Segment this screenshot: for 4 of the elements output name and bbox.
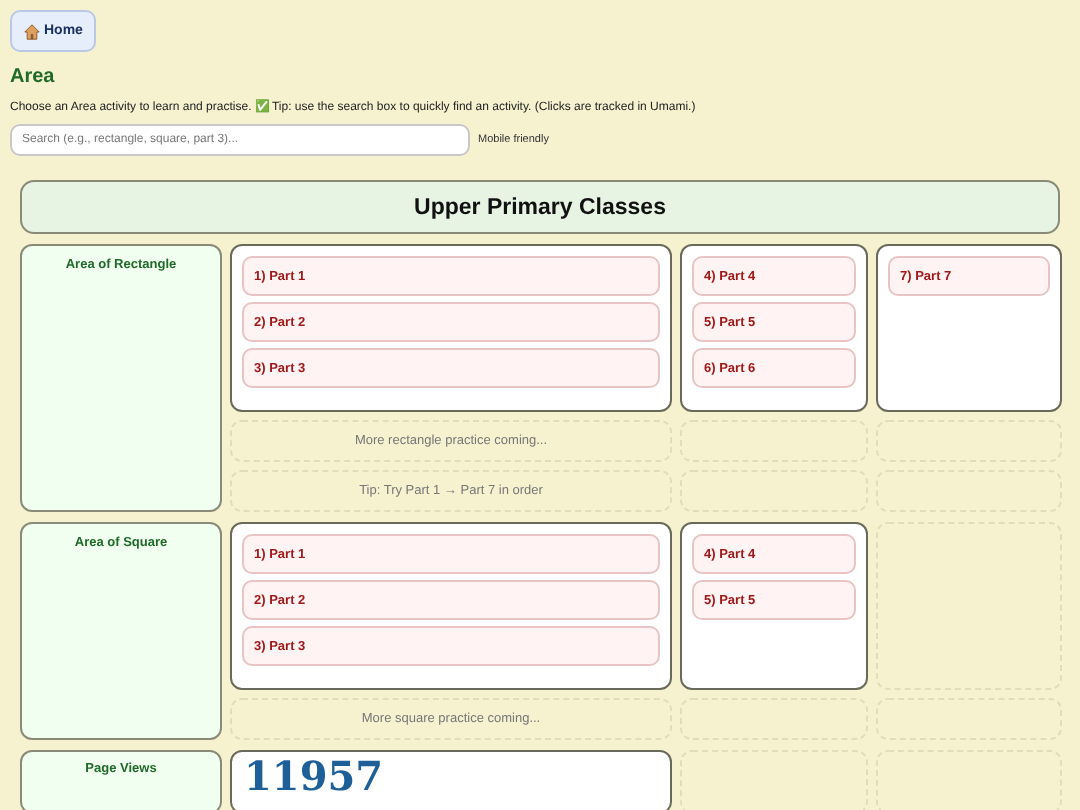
page-heading: Area — [10, 66, 57, 88]
house-icon — [24, 23, 40, 39]
view-counter: 11957 — [244, 756, 384, 796]
section-title: Upper Primary Classes — [20, 180, 1060, 234]
